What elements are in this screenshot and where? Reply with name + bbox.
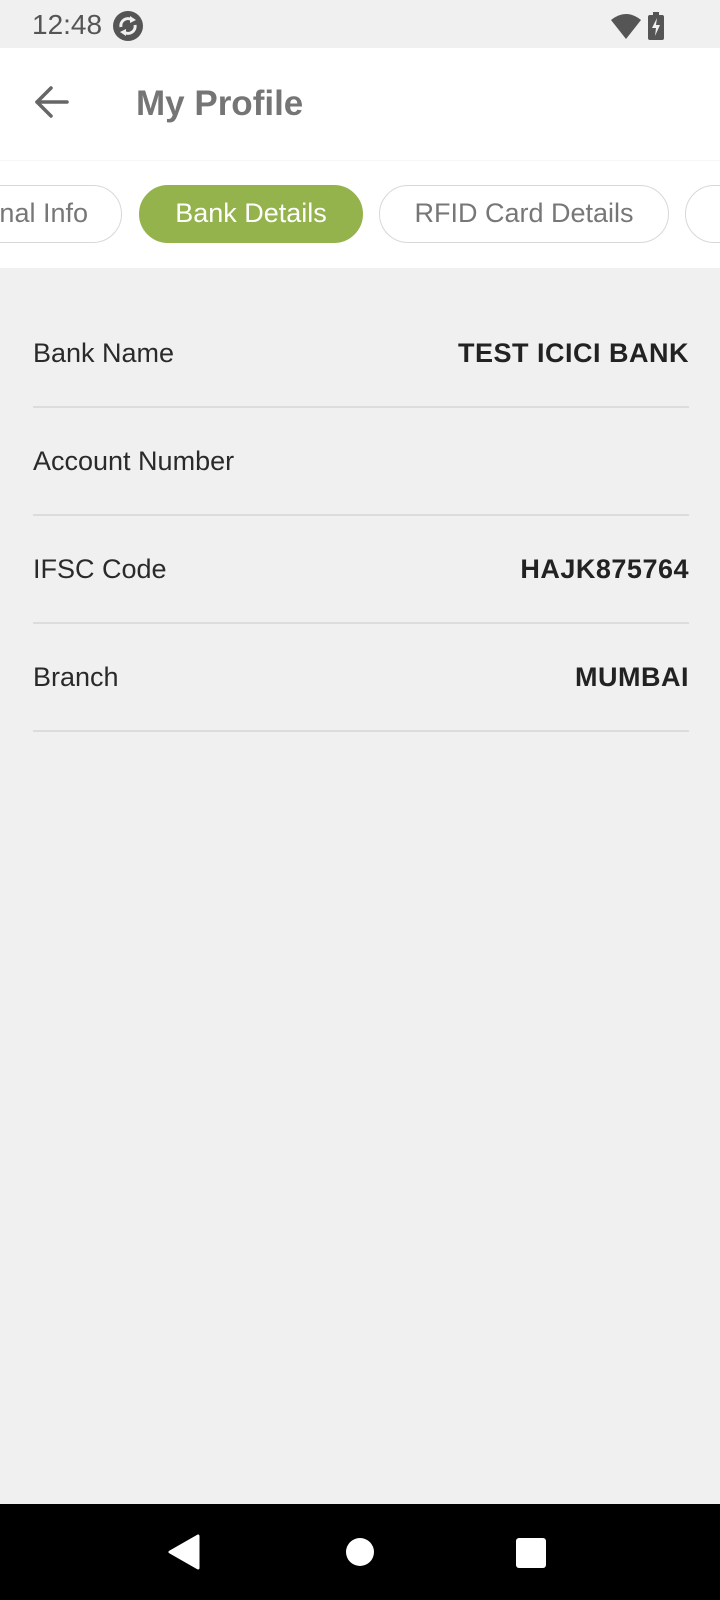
branch-row: Branch MUMBAI xyxy=(33,624,689,732)
status-bar: 12:48 xyxy=(0,0,720,48)
bank-name-value: TEST ICICI BANK xyxy=(457,338,689,368)
ifsc-code-label: IFSC Code xyxy=(33,554,167,584)
app-bar: My Profile xyxy=(0,48,720,160)
branch-label: Branch xyxy=(33,662,119,692)
status-time: 12:48 xyxy=(32,9,103,40)
sync-icon xyxy=(112,10,144,42)
bank-details-list: Bank Name TEST ICICI BANK Account Number… xyxy=(33,300,689,732)
bank-name-label: Bank Name xyxy=(33,338,175,368)
bank-name-row: Bank Name TEST ICICI BANK xyxy=(33,300,689,408)
nav-recents-icon[interactable] xyxy=(516,1538,546,1568)
ifsc-code-row: IFSC Code HAJK875764 xyxy=(33,516,689,624)
page-title: My Profile xyxy=(136,84,304,123)
arrow-left-icon xyxy=(34,84,70,125)
ifsc-code-value: HAJK875764 xyxy=(520,554,689,584)
system-nav-bar xyxy=(0,1504,720,1600)
wifi-icon xyxy=(611,13,641,39)
tab-rfid-card-details[interactable]: RFID Card Details xyxy=(379,185,669,243)
account-number-row: Account Number xyxy=(33,408,689,516)
nav-back-icon[interactable] xyxy=(168,1534,200,1570)
battery-charging-icon xyxy=(648,12,664,40)
account-number-label: Account Number xyxy=(33,446,235,476)
back-button[interactable] xyxy=(24,76,80,132)
branch-value: MUMBAI xyxy=(575,662,689,692)
tab-personal-info[interactable]: nal Info xyxy=(0,185,122,243)
tab-bank-details[interactable]: Bank Details xyxy=(139,185,363,243)
profile-tabs: nal Info Bank Details RFID Card Details xyxy=(0,160,720,268)
tab-next[interactable] xyxy=(685,185,720,243)
nav-home-icon[interactable] xyxy=(346,1538,374,1566)
